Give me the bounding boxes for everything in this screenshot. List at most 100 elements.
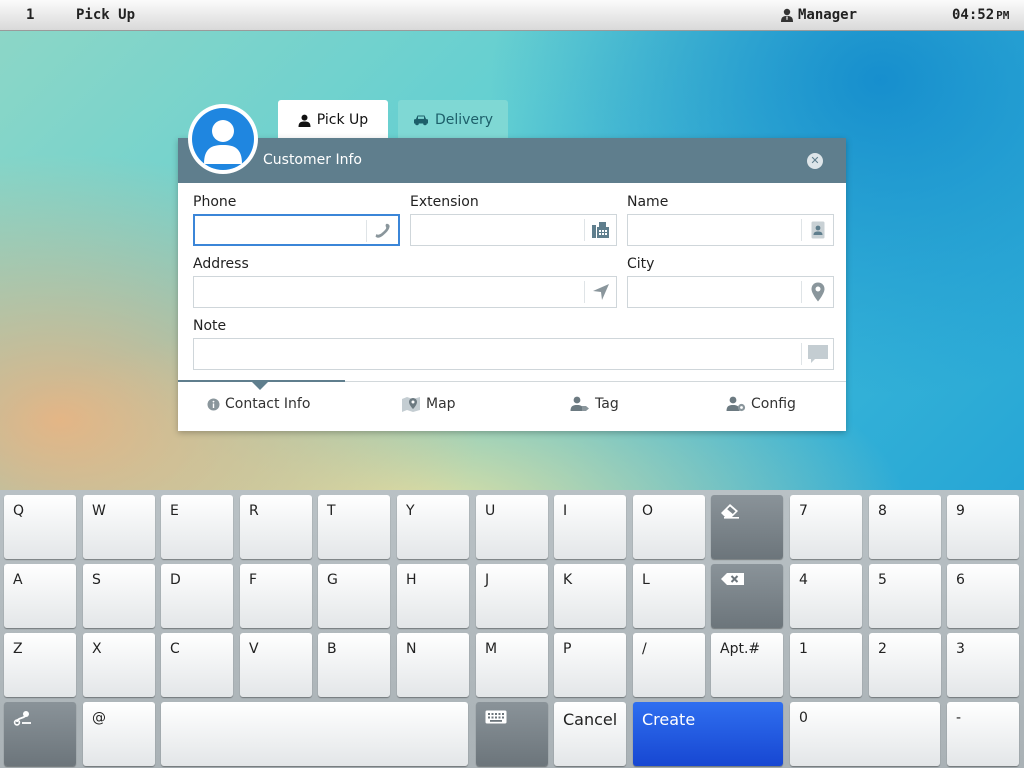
phone-icon bbox=[366, 220, 398, 242]
key-3[interactable]: 3 bbox=[947, 633, 1019, 697]
key-s[interactable]: S bbox=[83, 564, 155, 628]
key-e[interactable]: E bbox=[161, 495, 233, 559]
customer-info-panel: Customer Info ✕ Phone Extension Name Add… bbox=[178, 138, 846, 431]
key-v[interactable]: V bbox=[240, 633, 312, 697]
panel-title: Customer Info bbox=[263, 152, 362, 168]
key-x[interactable]: X bbox=[83, 633, 155, 697]
key-r[interactable]: R bbox=[240, 495, 312, 559]
key-label: X bbox=[92, 641, 102, 657]
subtab-tag-label: Tag bbox=[595, 396, 619, 412]
cancel-label: Cancel bbox=[563, 710, 618, 729]
create-button[interactable]: Create bbox=[633, 702, 783, 766]
subtab-contact-info-label: Contact Info bbox=[225, 396, 311, 412]
key-f[interactable]: F bbox=[240, 564, 312, 628]
tab-pick-up[interactable]: Pick Up bbox=[278, 100, 388, 140]
key-j[interactable]: J bbox=[476, 564, 548, 628]
key-5[interactable]: 5 bbox=[869, 564, 941, 628]
page-title: Pick Up bbox=[76, 7, 136, 23]
key-at[interactable]: @ bbox=[83, 702, 155, 766]
key-2[interactable]: 2 bbox=[869, 633, 941, 697]
close-icon[interactable]: ✕ bbox=[807, 153, 823, 169]
key-n[interactable]: N bbox=[397, 633, 469, 697]
key-y[interactable]: Y bbox=[397, 495, 469, 559]
cancel-button[interactable]: Cancel bbox=[554, 702, 626, 766]
subtab-map[interactable]: Map bbox=[401, 396, 456, 412]
key-9[interactable]: 9 bbox=[947, 495, 1019, 559]
phone-label: Phone bbox=[193, 194, 237, 210]
key-b[interactable]: B bbox=[318, 633, 390, 697]
extension-field[interactable] bbox=[410, 214, 617, 246]
key-label: @ bbox=[92, 710, 106, 726]
address-input[interactable] bbox=[194, 277, 616, 307]
subtab-map-label: Map bbox=[426, 396, 456, 412]
city-field[interactable] bbox=[627, 276, 834, 308]
key-t[interactable]: T bbox=[318, 495, 390, 559]
key-m[interactable]: M bbox=[476, 633, 548, 697]
key-o[interactable]: O bbox=[633, 495, 705, 559]
tab-delivery-label: Delivery bbox=[434, 112, 494, 128]
key-a[interactable]: A bbox=[4, 564, 76, 628]
key-label: 5 bbox=[878, 572, 887, 588]
key-apt[interactable]: Apt.# bbox=[711, 633, 783, 697]
key-1[interactable]: 1 bbox=[790, 633, 862, 697]
active-subtab-caret bbox=[252, 382, 268, 390]
key-label: 3 bbox=[956, 641, 965, 657]
key-backspace[interactable] bbox=[711, 564, 783, 628]
key-erase[interactable] bbox=[711, 495, 783, 559]
key-g[interactable]: G bbox=[318, 564, 390, 628]
navigation-arrow-icon bbox=[584, 281, 616, 303]
key-l[interactable]: L bbox=[633, 564, 705, 628]
key-label: 2 bbox=[878, 641, 887, 657]
key-k[interactable]: K bbox=[554, 564, 626, 628]
key-4[interactable]: 4 bbox=[790, 564, 862, 628]
key-h[interactable]: H bbox=[397, 564, 469, 628]
key-label: D bbox=[170, 572, 181, 588]
clock-ampm: PM bbox=[996, 9, 1010, 22]
key-6[interactable]: 6 bbox=[947, 564, 1019, 628]
key-slash[interactable]: / bbox=[633, 633, 705, 697]
key-label: U bbox=[485, 503, 496, 519]
customer-avatar bbox=[188, 104, 258, 174]
key-label: 9 bbox=[956, 503, 965, 519]
key-w[interactable]: W bbox=[83, 495, 155, 559]
key-d[interactable]: D bbox=[161, 564, 233, 628]
tab-pick-up-label: Pick Up bbox=[316, 112, 369, 128]
subtab-config[interactable]: Config bbox=[726, 396, 796, 412]
key-label: 6 bbox=[956, 572, 965, 588]
key-7[interactable]: 7 bbox=[790, 495, 862, 559]
user-gear-icon bbox=[726, 396, 746, 412]
key-8[interactable]: 8 bbox=[869, 495, 941, 559]
tab-delivery[interactable]: Delivery bbox=[398, 100, 508, 140]
key-label: 7 bbox=[799, 503, 808, 519]
phone-field[interactable] bbox=[193, 214, 400, 246]
key-u[interactable]: U bbox=[476, 495, 548, 559]
name-field[interactable] bbox=[627, 214, 834, 246]
key-label: 0 bbox=[799, 710, 808, 726]
note-input[interactable] bbox=[194, 339, 833, 369]
key-label: Y bbox=[406, 503, 415, 519]
key-space[interactable] bbox=[161, 702, 468, 766]
key-q[interactable]: Q bbox=[4, 495, 76, 559]
key-p[interactable]: P bbox=[554, 633, 626, 697]
note-label: Note bbox=[193, 318, 227, 334]
panel-header: Customer Info ✕ bbox=[178, 138, 846, 183]
subtab-tag[interactable]: Tag bbox=[570, 396, 619, 412]
key-location[interactable] bbox=[4, 702, 76, 766]
key-c[interactable]: C bbox=[161, 633, 233, 697]
key-label: S bbox=[92, 572, 101, 588]
note-field[interactable] bbox=[193, 338, 834, 370]
key-0[interactable]: 0 bbox=[790, 702, 940, 766]
key-label: H bbox=[406, 572, 417, 588]
address-field[interactable] bbox=[193, 276, 617, 308]
user-indicator[interactable]: Manager bbox=[780, 7, 857, 23]
subtab-contact-info[interactable]: Contact Info bbox=[207, 396, 310, 412]
on-screen-keyboard: Q W E R T Y U I O 7 8 9 A S D F G H J K … bbox=[0, 490, 1024, 768]
key-hide-keyboard[interactable] bbox=[476, 702, 548, 766]
key-i[interactable]: I bbox=[554, 495, 626, 559]
key-label: M bbox=[485, 641, 498, 657]
speech-bubble-icon bbox=[801, 343, 833, 365]
key-label: O bbox=[642, 503, 654, 519]
key-label: 8 bbox=[878, 503, 887, 519]
key-dash[interactable]: - bbox=[947, 702, 1019, 766]
key-z[interactable]: Z bbox=[4, 633, 76, 697]
